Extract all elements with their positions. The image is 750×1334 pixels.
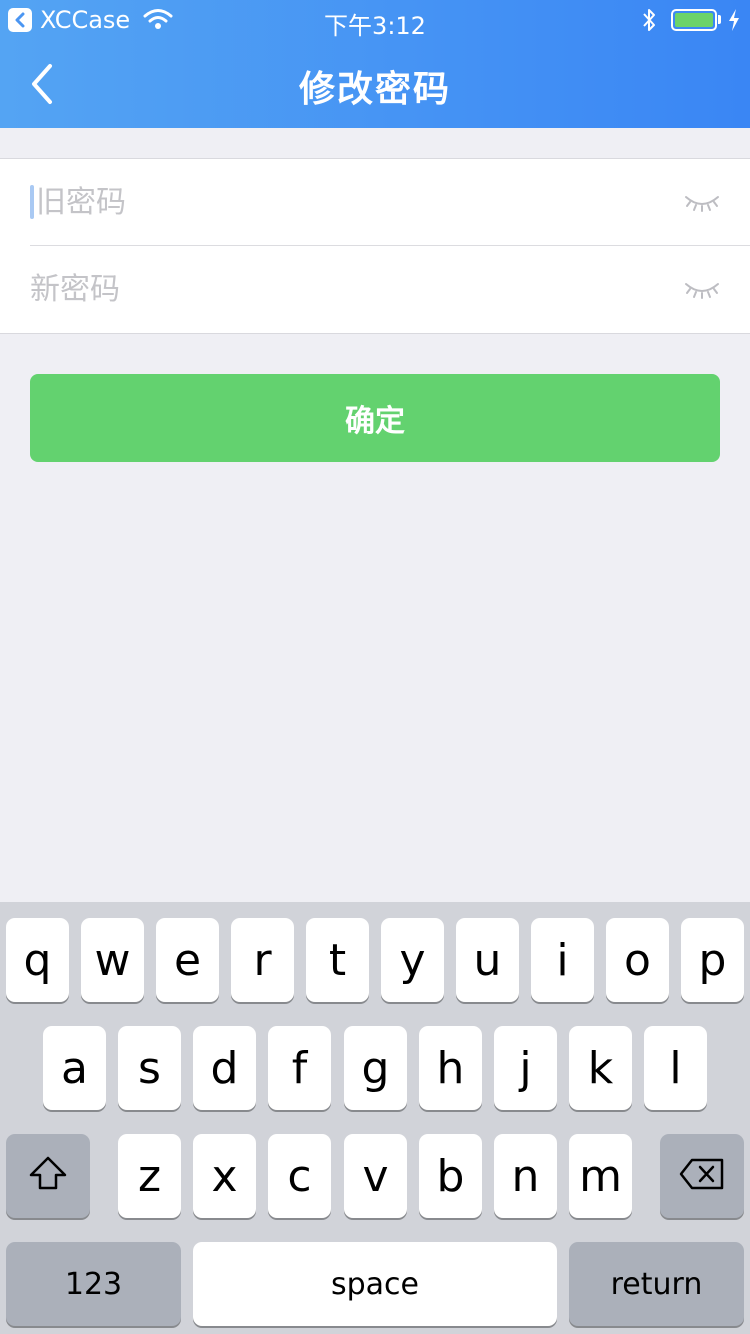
key-s[interactable]: s: [118, 1026, 181, 1110]
key-c[interactable]: c: [268, 1134, 331, 1218]
key-i[interactable]: i: [531, 918, 594, 1002]
key-v[interactable]: v: [344, 1134, 407, 1218]
status-bar: XCCase 下午3:12: [0, 0, 750, 40]
bluetooth-icon: [641, 7, 657, 39]
key-b[interactable]: b: [419, 1134, 482, 1218]
password-form: [0, 158, 750, 334]
eye-closed-icon[interactable]: [684, 280, 720, 300]
space-key[interactable]: space: [193, 1242, 557, 1326]
status-time: 下午3:12: [324, 12, 426, 40]
key-a[interactable]: a: [43, 1026, 106, 1110]
keyboard: q w e r t y u i o p a s d f g h j k l z …: [0, 902, 750, 1334]
key-q[interactable]: q: [6, 918, 69, 1002]
key-k[interactable]: k: [569, 1026, 632, 1110]
delete-key[interactable]: [660, 1134, 744, 1218]
key-t[interactable]: t: [306, 918, 369, 1002]
key-x[interactable]: x: [193, 1134, 256, 1218]
key-h[interactable]: h: [419, 1026, 482, 1110]
battery-icon: [671, 9, 717, 31]
key-f[interactable]: f: [268, 1026, 331, 1110]
key-r[interactable]: r: [231, 918, 294, 1002]
key-z[interactable]: z: [118, 1134, 181, 1218]
key-m[interactable]: m: [569, 1134, 632, 1218]
numbers-key[interactable]: 123: [6, 1242, 181, 1326]
key-y[interactable]: y: [381, 918, 444, 1002]
old-password-row: [30, 159, 750, 246]
key-w[interactable]: w: [81, 918, 144, 1002]
key-j[interactable]: j: [494, 1026, 557, 1110]
charging-icon: [727, 8, 741, 38]
key-p[interactable]: p: [681, 918, 744, 1002]
shift-key[interactable]: [6, 1134, 90, 1218]
return-key[interactable]: return: [569, 1242, 744, 1326]
battery-tip: [718, 15, 721, 24]
header: XCCase 下午3:12 修改密码: [0, 0, 750, 128]
shift-icon: [28, 1151, 68, 1202]
key-o[interactable]: o: [606, 918, 669, 1002]
confirm-button[interactable]: 确定: [30, 374, 720, 462]
key-u[interactable]: u: [456, 918, 519, 1002]
key-d[interactable]: d: [193, 1026, 256, 1110]
page-title: 修改密码: [298, 69, 451, 110]
new-password-input[interactable]: [30, 246, 650, 332]
eye-closed-icon[interactable]: [684, 193, 720, 213]
delete-icon: [678, 1151, 726, 1202]
new-password-row: [30, 246, 750, 333]
key-l[interactable]: l: [644, 1026, 707, 1110]
key-e[interactable]: e: [156, 918, 219, 1002]
text-caret: [30, 185, 34, 219]
old-password-input[interactable]: [30, 159, 650, 245]
key-g[interactable]: g: [344, 1026, 407, 1110]
key-n[interactable]: n: [494, 1134, 557, 1218]
